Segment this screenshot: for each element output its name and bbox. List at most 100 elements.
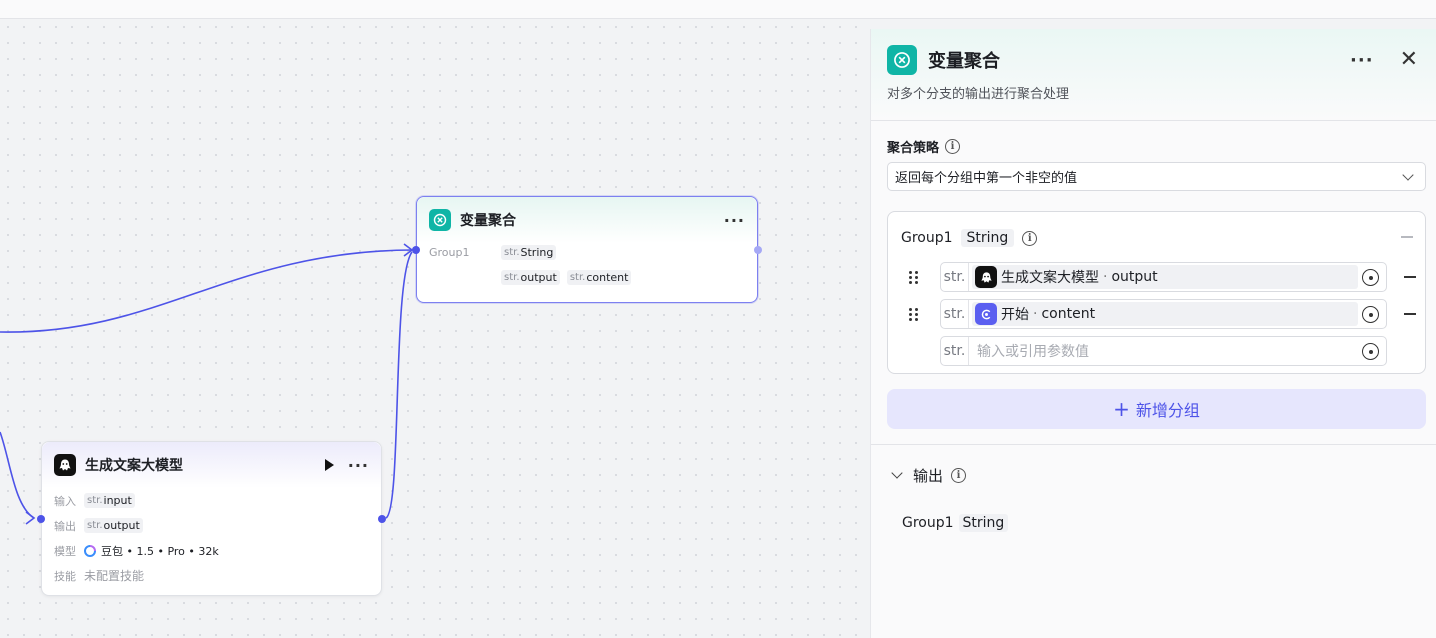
- llm-robot-icon: [54, 454, 76, 476]
- input-label: 输入: [54, 494, 76, 508]
- chevron-down-icon[interactable]: [891, 466, 903, 479]
- type-prefix: str.: [504, 247, 520, 258]
- model-label: 模型: [54, 544, 76, 558]
- input-value: input: [103, 494, 132, 507]
- llm-input-row: 输入 str. input: [42, 488, 381, 513]
- output-label: 输出: [913, 466, 944, 485]
- variable-row: str. 开始 · content: [901, 299, 1416, 329]
- aggregate-group-row: Group1 str. String: [417, 240, 757, 265]
- group-type-badge: String: [960, 229, 1015, 247]
- strategy-label-row: 聚合策略 i: [887, 137, 1426, 156]
- variable-picker-icon[interactable]: [1362, 343, 1379, 360]
- skill-value: 未配置技能: [84, 569, 145, 583]
- arrow-head-llm: [25, 511, 36, 525]
- group-type-tag: str. String: [501, 245, 557, 260]
- plus-icon: +: [1113, 397, 1130, 421]
- type-prefix: str.: [87, 520, 103, 531]
- panel-header: 变量聚合 ··· ✕ 对多个分支的输出进行聚合处理: [871, 29, 1436, 121]
- aggregate-icon: [887, 45, 917, 75]
- group-card: Group1 String i str. 生成文案大模型 · output st…: [887, 211, 1426, 374]
- strategy-label: 聚合策略: [887, 140, 940, 156]
- edge-to-aggregate-top: [0, 249, 413, 333]
- ref-value: output: [520, 271, 557, 284]
- llm-node-header: 生成文案大模型 ···: [42, 442, 381, 488]
- aggregate-node[interactable]: 变量聚合 ··· Group1 str. String str. output st…: [412, 196, 762, 303]
- chevron-down-icon: [1402, 168, 1414, 181]
- drag-handle-icon[interactable]: [909, 270, 929, 284]
- info-icon[interactable]: i: [945, 138, 961, 154]
- llm-node-more-icon[interactable]: ···: [348, 456, 369, 475]
- type-prefix: str.: [941, 337, 969, 365]
- llm-input-port[interactable]: [37, 515, 45, 523]
- aggregate-output-port[interactable]: [754, 246, 762, 254]
- aggregate-node-title: 变量聚合: [460, 213, 516, 229]
- ref-var: output: [1111, 269, 1158, 285]
- top-bar: [0, 0, 1436, 19]
- variable-ref-field[interactable]: str. 生成文案大模型 · output: [940, 262, 1387, 292]
- add-group-button[interactable]: + 新增分组: [887, 389, 1426, 429]
- output-item-name: Group1: [902, 515, 954, 531]
- variable-input-placeholder[interactable]: 输入或引用参数值: [977, 341, 1386, 361]
- info-icon[interactable]: i: [951, 467, 967, 483]
- llm-robot-icon: [975, 266, 997, 288]
- output-value: output: [103, 519, 140, 532]
- variable-picker-icon[interactable]: [1362, 306, 1379, 323]
- drag-handle-icon[interactable]: [909, 307, 929, 321]
- close-icon[interactable]: ✕: [1400, 49, 1418, 71]
- ref-source: 开始: [1001, 307, 1029, 323]
- ref-source: 生成文案大模型: [1001, 270, 1099, 286]
- edge-into-llm-input: [0, 431, 35, 519]
- info-icon[interactable]: i: [1022, 230, 1038, 246]
- output-label: 输出: [54, 519, 76, 533]
- variable-picker-icon[interactable]: [1362, 269, 1379, 286]
- llm-output-port[interactable]: [378, 515, 386, 523]
- output-header[interactable]: 输出 i: [887, 465, 1426, 485]
- remove-variable-icon[interactable]: [1404, 276, 1416, 278]
- ref-value: content: [586, 271, 629, 284]
- variable-ref-field[interactable]: str. 开始 · content: [940, 299, 1387, 329]
- output-item-type: String: [958, 514, 1009, 532]
- type-prefix: str.: [941, 263, 969, 291]
- remove-variable-icon[interactable]: [1404, 313, 1416, 315]
- group-label: Group1: [429, 246, 470, 259]
- group-header: Group1 String i: [901, 212, 1412, 262]
- ref-tag-output: str. output: [501, 270, 560, 285]
- ref-separator: ·: [1103, 269, 1108, 285]
- workflow-canvas[interactable]: 变量聚合 ··· Group1 str. String str. output st…: [0, 19, 870, 638]
- type-prefix: str.: [87, 495, 103, 506]
- aggregate-node-more-icon[interactable]: ···: [724, 211, 745, 230]
- start-icon: [975, 303, 997, 325]
- variable-ref-chip[interactable]: 生成文案大模型 · output: [972, 265, 1358, 289]
- aggregate-input-port[interactable]: [412, 246, 420, 254]
- llm-node-title: 生成文案大模型: [85, 458, 183, 474]
- run-icon[interactable]: [324, 459, 334, 471]
- aggregate-icon: [429, 209, 451, 231]
- skill-label: 技能: [54, 569, 76, 583]
- ref-tag-content: str. content: [566, 270, 632, 285]
- variable-ref-chip[interactable]: 开始 · content: [972, 302, 1358, 326]
- type-prefix: str.: [569, 272, 586, 283]
- panel-more-icon[interactable]: ···: [1350, 50, 1374, 71]
- output-section: 输出 i Group1 String: [871, 465, 1436, 532]
- variable-row-empty: str. 输入或引用参数值: [901, 336, 1412, 366]
- panel-body: 聚合策略 i 返回每个分组中第一个非空的值 Group1 String i st…: [871, 137, 1436, 429]
- model-value: 豆包 • 1.5 • Pro • 32k: [101, 544, 219, 558]
- add-group-label: 新增分组: [1135, 401, 1200, 420]
- output-item: Group1 String: [902, 514, 1426, 532]
- remove-group-icon[interactable]: [1401, 236, 1413, 238]
- section-divider: [871, 444, 1436, 445]
- output-tag: str. output: [84, 518, 143, 533]
- llm-node[interactable]: 生成文案大模型 ··· 输入 str. input 输出 str. output 模…: [37, 441, 386, 596]
- node-config-panel: 变量聚合 ··· ✕ 对多个分支的输出进行聚合处理 聚合策略 i 返回每个分组中…: [870, 29, 1436, 638]
- variable-row: str. 生成文案大模型 · output: [901, 262, 1416, 292]
- panel-description[interactable]: 对多个分支的输出进行聚合处理: [887, 83, 1420, 102]
- group-name[interactable]: Group1: [901, 230, 953, 246]
- variable-input-field[interactable]: str. 输入或引用参数值: [940, 336, 1387, 366]
- type-prefix: str.: [941, 300, 969, 328]
- aggregate-refs-row: str. output str. content: [417, 265, 757, 290]
- panel-title[interactable]: 变量聚合: [928, 47, 1350, 73]
- strategy-select[interactable]: 返回每个分组中第一个非空的值: [887, 162, 1426, 191]
- ref-var: content: [1041, 306, 1096, 322]
- strategy-value: 返回每个分组中第一个非空的值: [895, 171, 1078, 186]
- type-value: String: [520, 246, 554, 259]
